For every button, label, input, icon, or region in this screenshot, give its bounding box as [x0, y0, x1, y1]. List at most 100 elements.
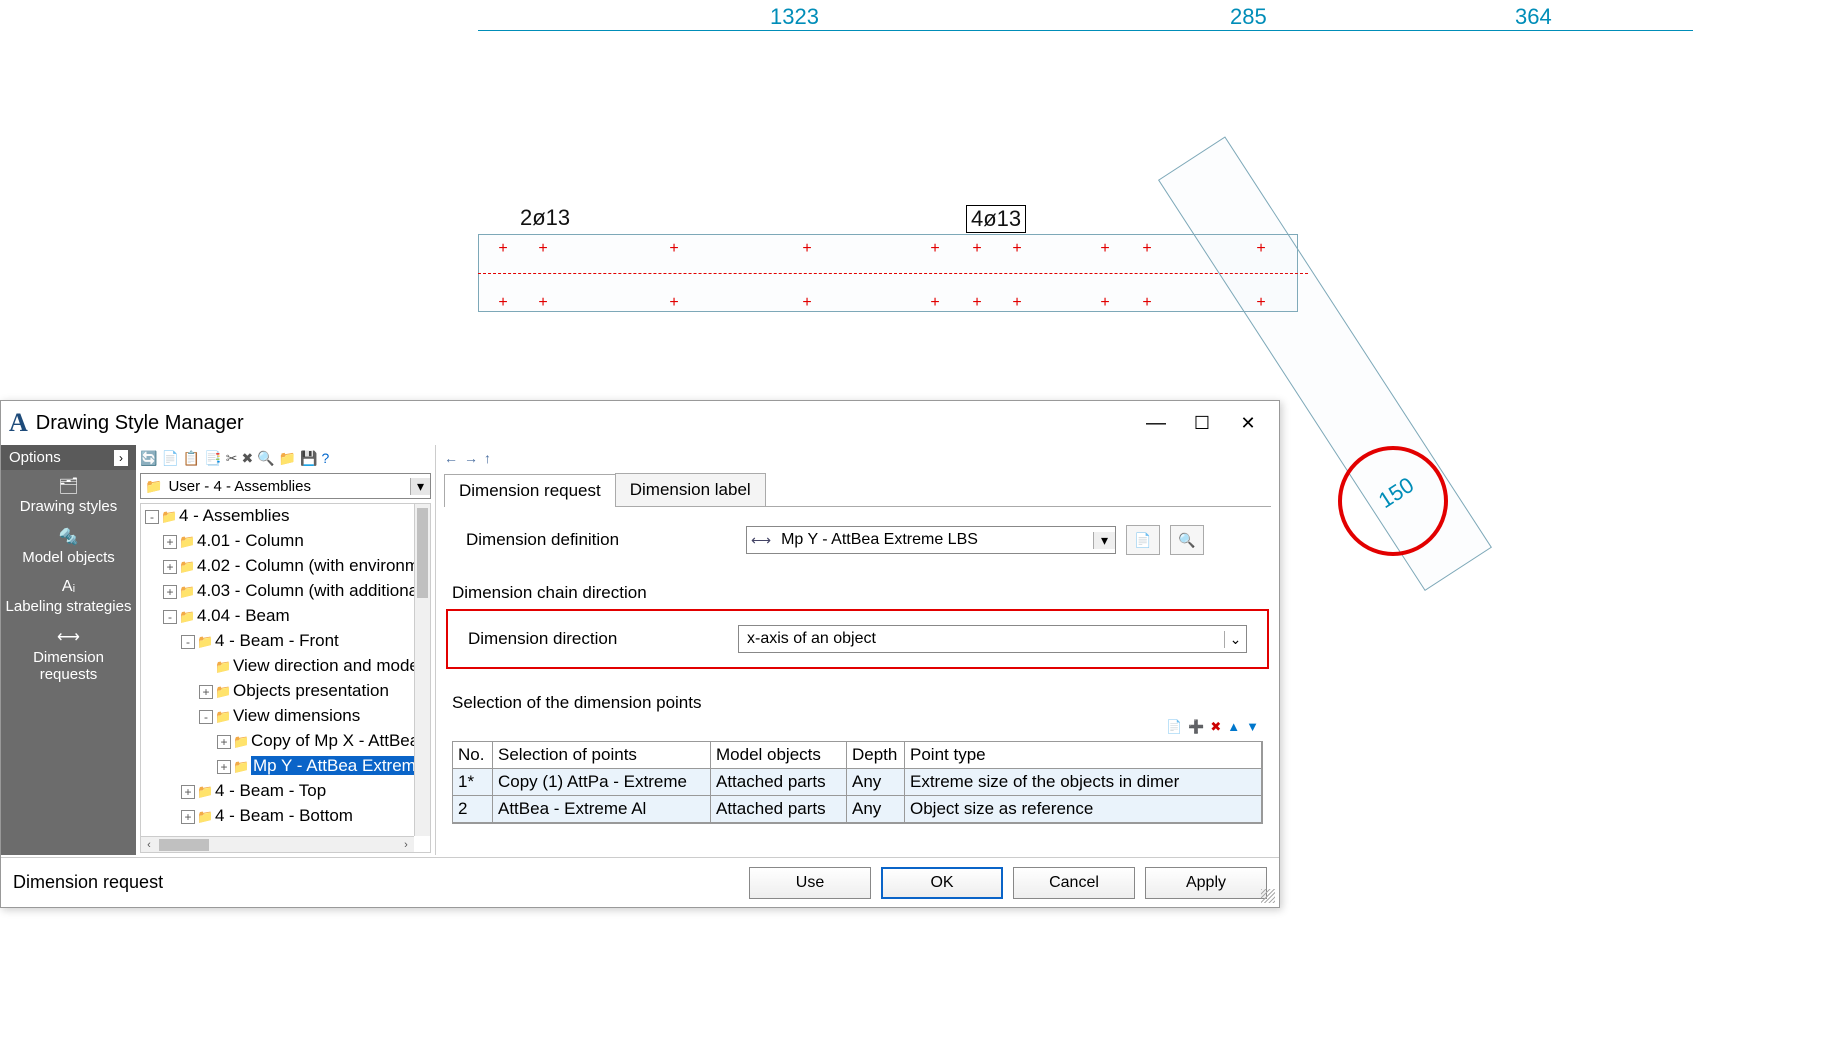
tbl-del-icon[interactable]: ✖	[1210, 719, 1221, 735]
tree-scrollbar-v[interactable]	[414, 504, 430, 836]
titlebar: A Drawing Style Manager — ☐ ✕	[1, 401, 1279, 445]
options-header[interactable]: Options ›	[1, 445, 136, 470]
tab-dimension-request[interactable]: Dimension request	[444, 474, 616, 507]
tab-dimension-label[interactable]: Dimension label	[615, 473, 766, 506]
tool-search-icon[interactable]: 🔍	[257, 450, 274, 467]
tree-node[interactable]: 📁View direction and model b	[141, 654, 414, 679]
node-icon: 📁	[179, 580, 197, 604]
node-icon: 📁	[161, 505, 179, 529]
points-table[interactable]: No. Selection of points Model objects De…	[452, 741, 1263, 824]
dropdown-icon[interactable]: ▾	[1093, 532, 1115, 549]
folder-icon: 📁	[145, 478, 162, 495]
table-header: No. Selection of points Model objects De…	[453, 742, 1262, 769]
nav-forward-icon[interactable]: →	[464, 450, 478, 466]
node-label: 4 - Beam - Front	[215, 631, 339, 650]
tool-filter-icon[interactable]: 📁	[279, 450, 296, 467]
expand-icon[interactable]: -	[163, 610, 177, 624]
tree-node[interactable]: -📁View dimensions	[141, 704, 414, 729]
tbl-down-icon[interactable]: ▼	[1246, 719, 1259, 735]
app-logo-icon: A	[9, 408, 28, 438]
table-row[interactable]: 1* Copy (1) AttPa - Extreme Attached par…	[453, 769, 1262, 796]
tbl-copy-icon[interactable]: 📄	[1166, 719, 1182, 735]
expand-icon[interactable]: +	[181, 810, 195, 824]
tree-node[interactable]: -📁4.04 - Beam	[141, 604, 414, 629]
tool-paste-icon[interactable]: 📑	[204, 450, 221, 467]
tree-node[interactable]: +📁Mp Y - AttBea Extreme L	[141, 754, 414, 779]
tree-node[interactable]: +📁4 - Beam - Bottom	[141, 804, 414, 829]
nav-back-icon[interactable]: ←	[444, 450, 458, 466]
label-4o13: 4ø13	[966, 205, 1026, 233]
expand-icon[interactable]: -	[199, 710, 213, 724]
expand-icon[interactable]: +	[217, 760, 231, 774]
node-icon: 📁	[179, 605, 197, 629]
tool-delete-icon[interactable]: ✖	[241, 450, 253, 467]
expand-icon[interactable]: +	[199, 685, 213, 699]
node-icon: 📁	[215, 705, 233, 729]
node-icon: 📁	[233, 730, 251, 754]
nav-up-icon[interactable]: ↑	[484, 450, 491, 466]
node-icon: 📁	[215, 680, 233, 704]
dim-def-label: Dimension definition	[466, 530, 746, 550]
tree-node[interactable]: +📁4 - Beam - Top	[141, 779, 414, 804]
node-label: Mp Y - AttBea Extreme L	[251, 756, 414, 775]
resize-grip[interactable]	[1261, 889, 1275, 903]
node-icon: 📁	[197, 805, 215, 829]
tool-refresh-icon[interactable]: 🔄	[140, 450, 157, 467]
ok-button[interactable]: OK	[881, 867, 1003, 899]
dim-def-combo[interactable]: ⟷ Mp Y - AttBea Extreme LBS ▾	[746, 526, 1116, 554]
expand-icon[interactable]: +	[163, 585, 177, 599]
dropdown-icon[interactable]: ▾	[410, 478, 430, 495]
labeling-icon: Aᵢ	[5, 578, 132, 596]
table-toolbar: 📄 ➕ ✖ ▲ ▼	[436, 717, 1279, 737]
tree-node[interactable]: +📁4.03 - Column (with additional	[141, 579, 414, 604]
new-def-button[interactable]: 📄	[1126, 525, 1160, 555]
cancel-button[interactable]: Cancel	[1013, 867, 1135, 899]
tbl-up-icon[interactable]: ▲	[1227, 719, 1240, 735]
tree-node[interactable]: +📁Objects presentation	[141, 679, 414, 704]
styles-icon: 🗂	[5, 476, 132, 496]
apply-button[interactable]: Apply	[1145, 867, 1267, 899]
tool-export-icon[interactable]: 💾	[300, 450, 317, 467]
tree-view[interactable]: -📁4 - Assemblies+📁4.01 - Column+📁4.02 - …	[140, 503, 431, 853]
node-label: View dimensions	[233, 706, 360, 725]
sidebar-model-objects[interactable]: 🔩 Model objects	[1, 521, 136, 572]
use-button[interactable]: Use	[749, 867, 871, 899]
dim-364: 364	[1515, 4, 1552, 30]
tool-cut-icon[interactable]: ✂	[226, 450, 238, 467]
chain-dir-header: Dimension chain direction	[452, 583, 1279, 603]
minimize-button[interactable]: —	[1133, 407, 1179, 439]
tree-scrollbar-h[interactable]: ‹›	[141, 836, 414, 852]
expand-icon[interactable]: -	[181, 635, 195, 649]
expand-icon[interactable]: +	[163, 560, 177, 574]
dim-285: 285	[1230, 4, 1267, 30]
tool-help-icon[interactable]: ?	[322, 450, 330, 466]
tree-panel: 🔄 📄 📋 📑 ✂ ✖ 🔍 📁 💾 ? 📁 User - 4 - Assembl…	[136, 445, 436, 855]
window-title: Drawing Style Manager	[36, 412, 1133, 435]
tree-node[interactable]: +📁4.01 - Column	[141, 529, 414, 554]
close-button[interactable]: ✕	[1225, 407, 1271, 439]
tool-new-icon[interactable]: 📄	[161, 450, 178, 467]
dropdown-icon[interactable]: ⌄	[1224, 631, 1246, 648]
tree-node[interactable]: -📁4 - Assemblies	[141, 504, 414, 529]
expand-icon[interactable]: +	[181, 785, 195, 799]
expand-icon[interactable]: -	[145, 510, 159, 524]
sidebar-dimension-requests[interactable]: ⟷ Dimension requests	[1, 621, 136, 689]
tool-copy-icon[interactable]: 📋	[183, 450, 200, 467]
model-icon: 🔩	[5, 527, 132, 547]
expand-icon[interactable]: +	[163, 535, 177, 549]
expand-icon[interactable]: +	[217, 735, 231, 749]
tbl-add-icon[interactable]: ➕	[1188, 719, 1204, 735]
maximize-button[interactable]: ☐	[1179, 407, 1225, 439]
sidebar-drawing-styles[interactable]: 🗂 Drawing styles	[1, 470, 136, 521]
tree-node[interactable]: +📁Copy of Mp X - AttBea E	[141, 729, 414, 754]
sel-points-header: Selection of the dimension points	[452, 693, 1279, 713]
table-row[interactable]: 2 AttBea - Extreme Al Attached parts Any…	[453, 796, 1262, 823]
def-ic-icon: ⟷	[747, 532, 775, 549]
tree-node[interactable]: +📁4.02 - Column (with environmn	[141, 554, 414, 579]
browse-def-button[interactable]: 🔍	[1170, 525, 1204, 555]
path-combo[interactable]: 📁 User - 4 - Assemblies ▾	[140, 473, 431, 499]
dim-dir-select[interactable]: x-axis of an object ⌄	[738, 625, 1247, 653]
tree-node[interactable]: -📁4 - Beam - Front	[141, 629, 414, 654]
collapse-icon[interactable]: ›	[114, 450, 128, 466]
sidebar-labeling-strategies[interactable]: Aᵢ Labeling strategies	[1, 572, 136, 621]
